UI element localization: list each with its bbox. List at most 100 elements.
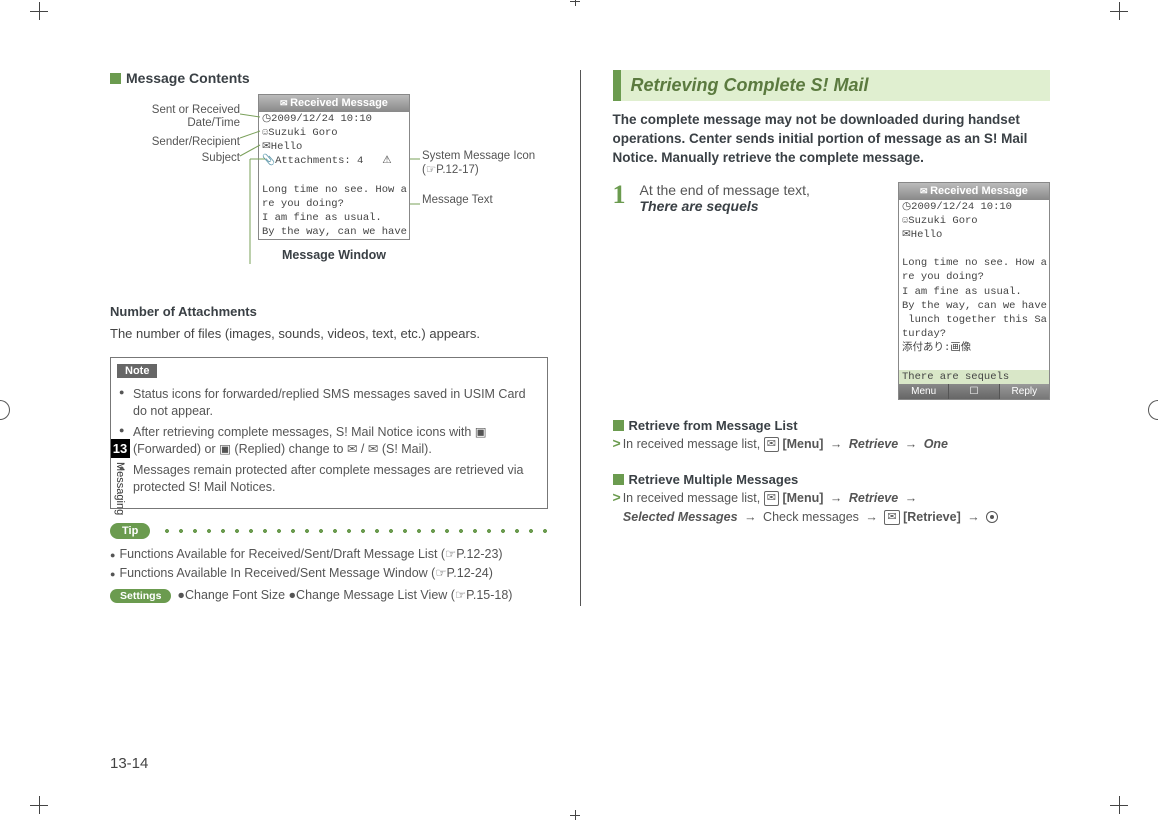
phone-screen: ✉ Received Message ◷2009/12/24 10:10 ☺Su… — [258, 94, 410, 240]
screen-row: lunch together this Sa — [899, 313, 1049, 327]
tip-label: Tip — [110, 523, 150, 539]
left-column: Message Contents Sent or Received Date/T… — [110, 70, 548, 606]
screen-row: turday? — [899, 327, 1049, 341]
section-heading-text: Message Contents — [126, 70, 250, 86]
section-heading-bar: Retrieving Complete S! Mail — [613, 70, 1051, 101]
figure-message-window: Sent or Received Date/Time Sender/Recipi… — [110, 94, 548, 284]
annotation-label: Sender/Recipient — [110, 136, 240, 148]
flow-text: In received message list, — [623, 491, 764, 505]
subsection-heading: Retrieve from Message List — [613, 418, 1051, 433]
square-bullet-icon — [110, 73, 121, 84]
crop-mark — [570, 810, 580, 820]
screen-titlebar: ✉ Received Message — [899, 183, 1049, 200]
envelope-icon: ✉ — [764, 491, 779, 506]
flow-key: [Menu] — [782, 491, 823, 505]
softkey-bar: Menu ☐ Reply — [899, 384, 1049, 400]
flow-key-italic: Retrieve — [849, 437, 898, 451]
flow-text: Check messages — [763, 510, 859, 524]
subsection-title: Retrieve from Message List — [629, 418, 798, 433]
flow-key: [Retrieve] — [903, 510, 961, 524]
subsection: Retrieve from Message List >In received … — [613, 418, 1051, 454]
screen-row: ✉Hello — [899, 228, 1049, 242]
crop-mark — [1148, 400, 1158, 420]
step-text: At the end of message text, There are se… — [640, 182, 885, 214]
crop-mark — [0, 400, 10, 420]
annotation-label: Subject — [110, 152, 240, 164]
subsection-heading: Retrieve Multiple Messages — [613, 472, 1051, 487]
screen-row: ☺Suzuki Goro — [899, 214, 1049, 228]
procedure-flow: >In received message list, ✉ [Menu] → Re… — [613, 433, 1051, 454]
softkey: Menu — [899, 384, 949, 400]
arrow-icon: → — [905, 491, 918, 505]
screen-row: I am fine as usual. — [899, 285, 1049, 299]
arrow-icon: → — [830, 491, 843, 505]
square-bullet-icon — [613, 420, 624, 431]
procedure-flow: >In received message list, ✉ [Menu] → Re… — [613, 487, 1051, 527]
screen-row: ✉Hello — [259, 140, 409, 154]
tip-line: Functions Available for Received/Sent/Dr… — [119, 547, 502, 561]
flow-key: [Menu] — [782, 437, 823, 451]
screen-row: Long time no see. How a — [899, 256, 1049, 270]
screen-row — [259, 169, 409, 183]
annotation-label: Message Text — [422, 194, 535, 206]
softkey: Reply — [1000, 384, 1049, 400]
settings-line: ●Change Font Size ●Change Message List V… — [177, 588, 512, 602]
tip-row: Tip — [110, 523, 548, 539]
intro-text: The complete message may not be download… — [613, 111, 1051, 168]
screen-row-highlight: There are sequels — [899, 370, 1049, 384]
arrow-icon: → — [744, 510, 757, 524]
annotation-label: Sent or Received Date/Time — [110, 104, 240, 130]
step-line-italic: There are sequels — [640, 198, 759, 214]
screen-row — [899, 242, 1049, 256]
screen-row: Long time no see. How a — [259, 183, 409, 197]
step: 1 At the end of message text, There are … — [613, 182, 1051, 401]
note-label: Note — [117, 364, 157, 378]
dots-divider — [160, 529, 547, 533]
envelope-icon: ✉ — [884, 510, 899, 525]
note-item: After retrieving complete messages, S! M… — [119, 424, 539, 459]
note-item: Status icons for forwarded/replied SMS m… — [119, 386, 539, 421]
subsection: Retrieve Multiple Messages >In received … — [613, 472, 1051, 527]
screen-row: 📎Attachments: 4 ⚠ — [259, 154, 409, 168]
flow-key-italic: Retrieve — [849, 491, 898, 505]
step-line: At the end of message text, — [640, 182, 810, 198]
arrow-icon: → — [905, 437, 918, 451]
right-column: Retrieving Complete S! Mail The complete… — [613, 70, 1051, 606]
subheading: Number of Attachments — [110, 304, 548, 319]
softkey: ☐ — [949, 384, 999, 400]
screen-row: ◷2009/12/24 10:10 — [899, 200, 1049, 214]
crop-mark — [30, 796, 48, 814]
crop-mark — [1110, 2, 1128, 20]
crop-mark — [30, 2, 48, 20]
subsection-title: Retrieve Multiple Messages — [629, 472, 799, 487]
chevron-icon: > — [613, 489, 621, 505]
center-key-icon — [986, 511, 998, 523]
screen-row: re you doing? — [899, 270, 1049, 284]
screen-row: 添付あり:画像 — [899, 341, 1049, 355]
section-heading-text: Retrieving Complete S! Mail — [621, 70, 1051, 101]
settings-label: Settings — [110, 589, 171, 603]
crop-mark — [1110, 796, 1128, 814]
page-number: 13-14 — [110, 755, 148, 772]
screen-row: I am fine as usual. — [259, 211, 409, 225]
flow-text: In received message list, — [623, 437, 764, 451]
note-box: Note Status icons for forwarded/replied … — [110, 357, 548, 509]
square-bullet-icon — [613, 474, 624, 485]
screen-row: re you doing? — [259, 197, 409, 211]
flow-key-italic: Selected Messages — [623, 510, 738, 524]
body-text: The number of files (images, sounds, vid… — [110, 325, 548, 343]
envelope-icon: ✉ — [764, 437, 779, 452]
phone-screen: ✉ Received Message ◷2009/12/24 10:10 ☺Su… — [898, 182, 1050, 401]
screen-row: By the way, can we have — [899, 299, 1049, 313]
figure-caption: Message Window — [258, 248, 410, 262]
crop-mark — [570, 0, 580, 6]
screen-row: ☺Suzuki Goro — [259, 126, 409, 140]
arrow-icon: → — [967, 510, 980, 524]
screen-row: ◷2009/12/24 10:10 — [259, 112, 409, 126]
heading-accent — [613, 70, 621, 101]
screen-row: By the way, can we have — [259, 225, 409, 239]
tip-line: Functions Available In Received/Sent Mes… — [119, 566, 492, 580]
screen-titlebar: ✉ Received Message — [259, 95, 409, 112]
section-heading: Message Contents — [110, 70, 548, 86]
flow-key-italic: One — [924, 437, 948, 451]
